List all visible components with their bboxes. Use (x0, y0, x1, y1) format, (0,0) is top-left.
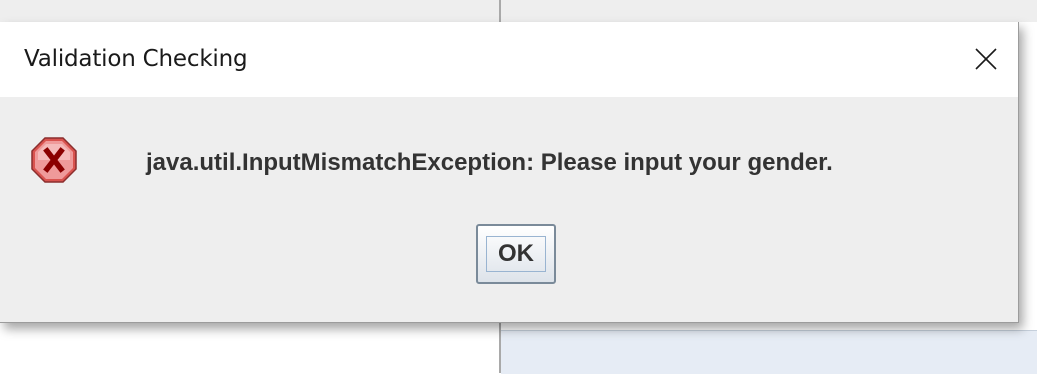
background-split-divider-top (499, 0, 501, 22)
background-window-bottom-left (0, 330, 499, 373)
dialog-title: Validation Checking (24, 46, 248, 72)
close-button[interactable] (954, 22, 1018, 97)
error-dialog: Validation Checking java.util.InputMisma… (0, 22, 1019, 323)
background-split-divider-bottom (499, 322, 501, 373)
dialog-body: java.util.InputMismatchException: Please… (0, 97, 1018, 322)
error-message: java.util.InputMismatchException: Please… (146, 149, 833, 176)
background-window-bottom-right (501, 330, 1037, 374)
error-icon (31, 137, 77, 183)
ok-button[interactable]: OK (476, 224, 556, 284)
ok-button-label: OK (486, 236, 546, 272)
close-icon (975, 48, 997, 70)
dialog-titlebar: Validation Checking (0, 22, 1018, 97)
background-window-top (0, 0, 1037, 22)
